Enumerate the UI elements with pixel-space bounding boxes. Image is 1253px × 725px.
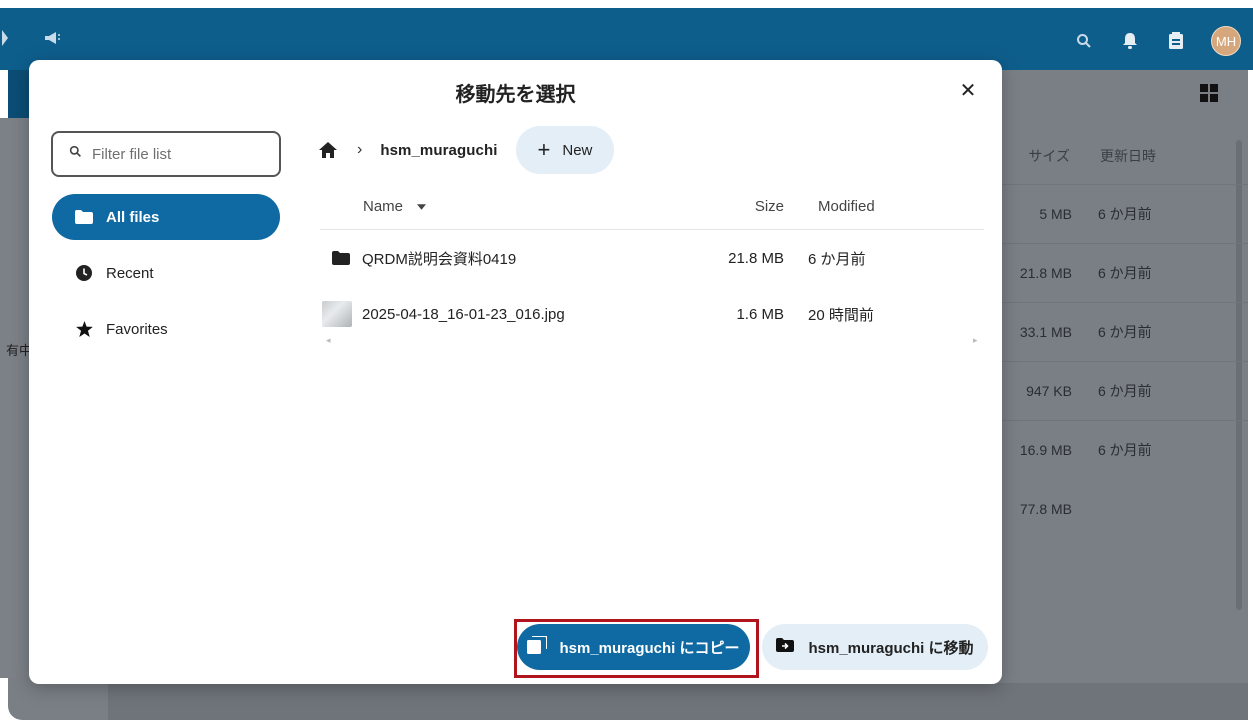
plus-icon: +: [537, 137, 551, 162]
background-row-modified: 6 か月前: [1098, 383, 1152, 399]
background-row-size: 5 MB: [1039, 206, 1072, 222]
folder-icon: [74, 210, 94, 224]
copy-button[interactable]: hsm_muraguchi にコピー: [517, 624, 750, 670]
star-icon: [74, 321, 94, 337]
modified-column-header[interactable]: Modified: [818, 198, 875, 215]
file-list-header: Name Size Modified: [320, 184, 984, 230]
new-button-label: New: [562, 141, 593, 159]
nav-label: Recent: [106, 264, 154, 282]
close-button[interactable]: ✕: [952, 74, 984, 106]
file-size: 1.6 MB: [736, 305, 784, 323]
breadcrumb-separator: ›: [357, 141, 363, 158]
bell-icon[interactable]: [1119, 30, 1141, 52]
nav-favorites[interactable]: Favorites: [52, 306, 280, 352]
file-modified: 6 か月前: [808, 250, 866, 268]
home-icon[interactable]: [319, 142, 343, 158]
filter-input[interactable]: [92, 145, 262, 163]
background-row-modified: 6 か月前: [1098, 442, 1152, 458]
name-column-header[interactable]: Name: [320, 198, 700, 215]
nav-all-files[interactable]: All files: [52, 194, 280, 240]
contacts-icon[interactable]: [1165, 30, 1187, 52]
background-table-row: 77.8 MB: [1000, 479, 1248, 538]
file-row[interactable]: QRDM説明会資料0419 21.8 MB 6 か月前: [320, 230, 984, 286]
background-table-row: 16.9 MB 6 か月前: [1000, 420, 1248, 479]
sort-down-icon: [417, 203, 427, 210]
clock-icon: [74, 265, 94, 281]
background-row-size: 947 KB: [1026, 383, 1072, 399]
background-bottom-bar: [108, 683, 1248, 720]
file-name: QRDM説明会資料0419: [362, 250, 517, 268]
background-sidebar-edge: [0, 118, 28, 678]
background-row-size: 77.8 MB: [1019, 500, 1072, 517]
search-icon: [69, 145, 82, 163]
file-size: 21.8 MB: [728, 249, 784, 267]
copy-icon: [527, 635, 549, 658]
background-row-modified: 6 か月前: [1098, 265, 1152, 281]
folder-move-icon: [776, 638, 795, 656]
megaphone-icon[interactable]: [44, 30, 62, 51]
size-column-header[interactable]: Size: [700, 198, 784, 215]
background-table-row: 33.1 MB 6 か月前: [1000, 302, 1248, 361]
breadcrumb-current-folder[interactable]: hsm_muraguchi: [380, 142, 497, 159]
background-row-size: 16.9 MB: [1019, 442, 1072, 458]
nav-label: All files: [106, 208, 160, 226]
name-column-label: Name: [363, 198, 404, 215]
new-button[interactable]: + New: [515, 126, 615, 174]
avatar[interactable]: MH: [1211, 26, 1241, 56]
menu-arrow-icon[interactable]: [0, 30, 10, 51]
background-row-modified: 6 か月前: [1098, 324, 1152, 340]
background-table-header: サイズ 更新日時: [1000, 128, 1248, 184]
file-modified: 20 時間前: [808, 306, 874, 324]
copy-button-label: hsm_muraguchi にコピー: [559, 639, 740, 657]
header-left-icons: [0, 30, 62, 51]
background-modified-header: 更新日時: [1100, 148, 1156, 164]
background-row-modified: 6 か月前: [1098, 206, 1152, 222]
image-thumbnail: [322, 301, 352, 327]
filter-field[interactable]: [51, 131, 281, 177]
file-name: 2025-04-18_16-01-23_016.jpg: [362, 305, 565, 323]
file-list: Name Size Modified QRDM説明会資料0419 21.8 MB…: [320, 184, 984, 342]
grid-view-icon[interactable]: [1200, 84, 1218, 107]
file-picker-dialog: 移動先を選択 ✕ All files Recent Favorites › hs…: [29, 60, 1002, 684]
breadcrumb: › hsm_muraguchi + New: [319, 126, 615, 174]
scroll-left-icon[interactable]: ◂: [326, 335, 331, 346]
background-row-size: 33.1 MB: [1019, 324, 1072, 340]
nav-recent[interactable]: Recent: [52, 250, 280, 296]
scroll-right-icon[interactable]: ▸: [973, 335, 978, 346]
move-button[interactable]: hsm_muraguchi に移動: [762, 624, 988, 670]
folder-icon: [332, 251, 352, 265]
file-row[interactable]: 2025-04-18_16-01-23_016.jpg 1.6 MB 20 時間…: [320, 286, 984, 342]
background-size-header: サイズ: [1028, 148, 1070, 164]
background-table-row: 21.8 MB 6 か月前: [1000, 243, 1248, 302]
move-button-label: hsm_muraguchi に移動: [808, 639, 974, 657]
background-row-size: 21.8 MB: [1019, 265, 1072, 281]
background-table-row: 947 KB 6 か月前: [1000, 361, 1248, 420]
nav-label: Favorites: [106, 320, 168, 338]
dialog-title: 移動先を選択: [455, 84, 576, 106]
header-right-icons: MH: [1073, 26, 1241, 56]
search-icon[interactable]: [1073, 30, 1095, 52]
background-file-table: サイズ 更新日時 5 MB 6 か月前 21.8 MB 6 か月前 33.1 MB 6…: [1000, 128, 1248, 538]
background-table-row: 5 MB 6 か月前: [1000, 184, 1248, 243]
